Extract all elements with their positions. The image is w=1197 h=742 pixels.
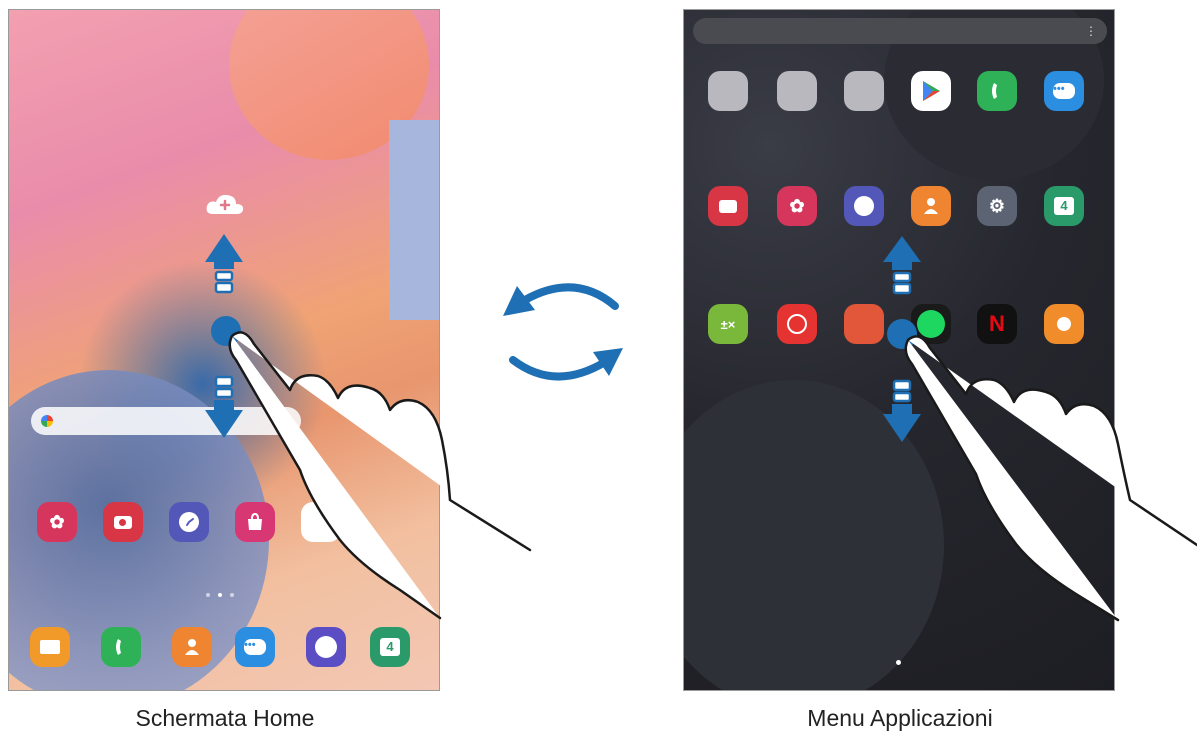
contacts-icon[interactable]: [911, 186, 951, 226]
page-indicator: [896, 660, 901, 665]
tips-icon[interactable]: [1044, 304, 1084, 344]
caption-apps: Menu Applicazioni: [807, 705, 993, 731]
wallpaper-dark-blob: [684, 380, 944, 690]
messages-icon[interactable]: •••: [235, 627, 275, 667]
apps-screen: ⋮ ••• ✿ ⚙ 4 ±× N: [683, 9, 1115, 691]
youtube-music-icon[interactable]: [777, 304, 817, 344]
clock-icon[interactable]: [844, 186, 884, 226]
galaxy-store-icon[interactable]: [235, 502, 275, 542]
calculator-icon[interactable]: ±×: [708, 304, 748, 344]
samsung-folder-icon[interactable]: [708, 71, 748, 111]
calendar-icon[interactable]: 4: [1044, 186, 1084, 226]
play-store-icon[interactable]: [911, 71, 951, 111]
more-options-icon[interactable]: ⋮: [1085, 23, 1097, 39]
samsung-notes-icon[interactable]: [844, 304, 884, 344]
google-g-icon: [41, 415, 53, 427]
phone-icon[interactable]: [101, 627, 141, 667]
gallery-icon[interactable]: ✿: [777, 186, 817, 226]
microsoft-folder-icon[interactable]: [844, 71, 884, 111]
netflix-icon[interactable]: N: [977, 304, 1017, 344]
spotify-icon[interactable]: [911, 304, 951, 344]
finder-search-bar[interactable]: ⋮: [693, 18, 1107, 44]
settings-icon[interactable]: ⚙: [977, 186, 1017, 226]
google-search-bar[interactable]: [31, 407, 301, 435]
contacts-icon[interactable]: [172, 627, 212, 667]
google-folder-icon[interactable]: [777, 71, 817, 111]
caption-home: Schermata Home: [135, 705, 315, 731]
clock-icon[interactable]: [169, 502, 209, 542]
home-screen: ✿ ••• 4: [8, 9, 440, 691]
play-store-icon[interactable]: [301, 502, 341, 542]
calendar-day: 4: [380, 638, 400, 656]
cloud-plus-icon[interactable]: [205, 192, 245, 216]
messages-icon[interactable]: •••: [1044, 71, 1084, 111]
gallery-icon[interactable]: ✿: [37, 502, 77, 542]
calendar-icon[interactable]: 4: [370, 627, 410, 667]
calendar-day: 4: [1054, 197, 1074, 215]
camera-icon[interactable]: [103, 502, 143, 542]
wallpaper-blue-panel: [389, 120, 439, 320]
phone-icon[interactable]: [977, 71, 1017, 111]
my-files-icon[interactable]: [30, 627, 70, 667]
camera-icon[interactable]: [708, 186, 748, 226]
internet-icon[interactable]: [306, 627, 346, 667]
switch-arrows-icon: [503, 283, 623, 381]
page-indicator: [206, 592, 246, 598]
